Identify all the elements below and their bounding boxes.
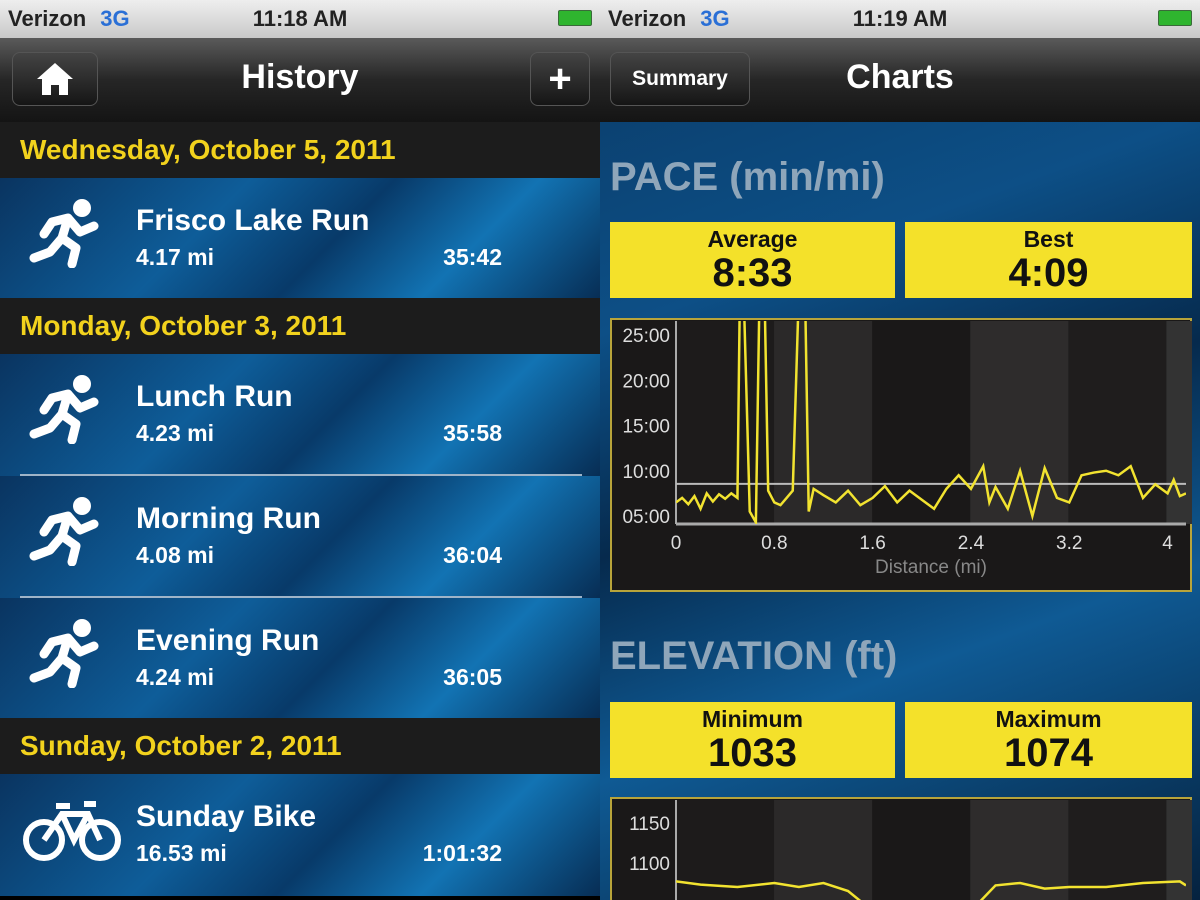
activity-duration: 36:05 [443, 664, 502, 690]
bike-icon [23, 801, 121, 861]
activity-duration: 35:42 [443, 244, 502, 270]
nav-bar: Summary Charts [600, 38, 1200, 122]
chart-band [1166, 800, 1192, 900]
page-title: History [241, 58, 359, 96]
y-tick-label: 1150 [629, 814, 670, 835]
pace-average: Average 8:33 [610, 222, 895, 298]
date-header: Wednesday, October 5, 2011 [0, 122, 600, 178]
y-tick-label: 20:00 [622, 371, 670, 392]
activity-name: Evening Run [136, 624, 320, 657]
activity-row[interactable]: Evening Run 4.24 mi 36:05 [0, 598, 600, 720]
battery-icon [1158, 10, 1192, 26]
runner-icon [29, 497, 99, 567]
chart-band [1068, 321, 1168, 524]
elevation-minimum: Minimum 1033 [610, 702, 895, 778]
elevation-maximum: Maximum 1074 [905, 702, 1192, 778]
activity-name: Frisco Lake Run [136, 204, 370, 237]
activity-row[interactable]: Lunch Run 4.23 mi 35:58 [0, 354, 600, 476]
y-tick-label: 15:00 [622, 417, 670, 438]
activity-name: Lunch Run [136, 380, 293, 413]
activity-duration: 1:01:32 [422, 840, 502, 866]
x-tick-label: 3.2 [1056, 533, 1082, 554]
y-tick-label: 1100 [629, 854, 670, 875]
y-tick-label: 25:00 [622, 326, 670, 347]
status-bar: Verizon 3G 11:19 AM [600, 0, 1200, 38]
elevation-heading: ELEVATION (ft) [610, 634, 898, 678]
clock: 11:19 AM [852, 6, 948, 31]
chart-band [676, 321, 776, 524]
chart-band [872, 800, 972, 900]
x-tick-label: 1.6 [859, 533, 885, 554]
activity-name: Morning Run [136, 502, 321, 535]
x-tick-label: 4 [1162, 533, 1173, 554]
y-tick-label: 10:00 [622, 462, 670, 483]
activity-duration: 35:58 [443, 420, 502, 446]
history-screen: Verizon 3G 11:18 AM History + Wednesday, … [0, 0, 600, 900]
activity-distance: 4.24 mi [136, 664, 214, 690]
activity-name: Sunday Bike [136, 800, 317, 833]
x-tick-label: 0.8 [761, 533, 787, 554]
date-header: Monday, October 3, 2011 [0, 298, 600, 354]
activity-distance: 4.17 mi [136, 244, 214, 270]
chart-band [970, 800, 1070, 900]
activity-distance: 4.23 mi [136, 420, 214, 446]
x-tick-label: 0 [671, 533, 682, 554]
activity-row[interactable]: Morning Run 4.08 mi 36:04 [0, 476, 600, 598]
clock: 11:18 AM [252, 6, 348, 31]
x-axis-label: Distance (mi) [875, 557, 987, 578]
elevation-chart: 1100 1150 [610, 797, 1192, 900]
runner-icon [29, 375, 99, 445]
chart-band [872, 321, 972, 524]
activity-row[interactable]: Frisco Lake Run 4.17 mi 35:42 [0, 178, 600, 300]
activity-row[interactable]: Sunday Bike 16.53 mi 1:01:32 [0, 774, 600, 896]
page-title: Charts [846, 58, 954, 96]
add-button[interactable]: + [530, 52, 590, 106]
charts-screen: Verizon 3G 11:19 AM Summary Charts PACE (… [600, 0, 1200, 900]
pace-best: Best 4:09 [905, 222, 1192, 298]
activity-duration: 36:04 [443, 542, 502, 568]
y-tick-label: 05:00 [622, 507, 670, 528]
pace-chart: 05:00 10:00 15:00 20:00 25:00 0 0.8 1.6 2.4 3.2 4 D… [610, 318, 1192, 592]
runner-icon [29, 619, 99, 689]
activity-distance: 16.53 mi [136, 840, 227, 866]
nav-bar: History + [0, 38, 600, 122]
x-tick-label: 2.4 [958, 533, 985, 554]
battery-icon [558, 10, 592, 26]
pace-heading: PACE (min/mi) [610, 155, 885, 199]
activity-distance: 4.08 mi [136, 542, 214, 568]
status-bar: Verizon 3G 11:18 AM [0, 0, 600, 38]
date-header: Sunday, October 2, 2011 [0, 718, 600, 774]
runner-icon [29, 199, 99, 269]
